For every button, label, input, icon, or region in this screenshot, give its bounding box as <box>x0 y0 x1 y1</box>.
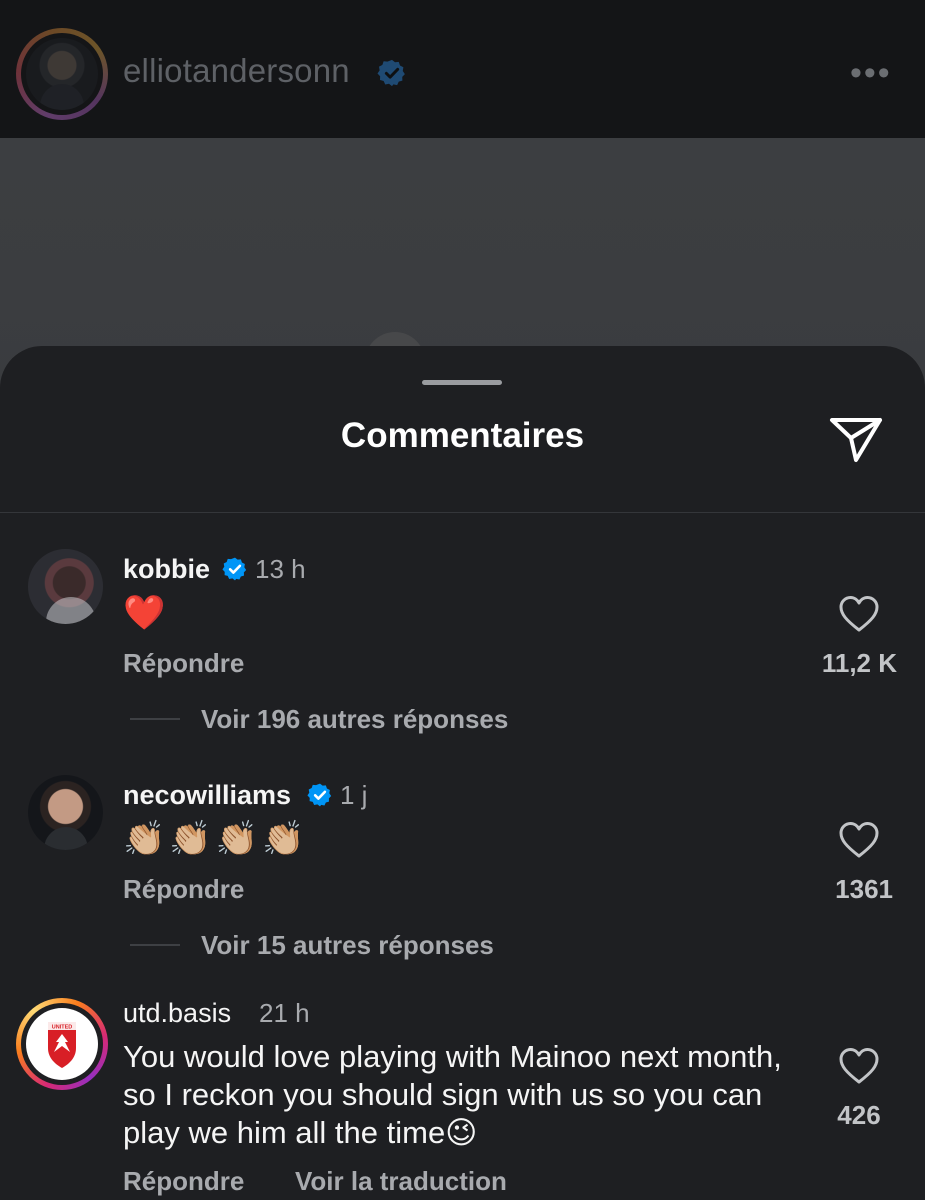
reply-button[interactable]: Répondre <box>123 1166 244 1197</box>
verified-badge-icon <box>307 783 332 807</box>
sheet-divider <box>0 512 925 513</box>
reply-button[interactable]: Répondre <box>123 648 244 679</box>
sheet-drag-handle[interactable] <box>422 380 502 385</box>
verified-badge-icon <box>222 557 247 581</box>
heart-outline-icon[interactable] <box>838 1046 880 1086</box>
comment-timestamp: 21 h <box>259 998 310 1028</box>
commenter-avatar[interactable]: UNITED <box>26 1008 98 1080</box>
heart-outline-icon[interactable] <box>838 594 880 634</box>
like-count: 1361 <box>835 874 893 904</box>
translate-link[interactable]: Voir la traduction <box>295 1166 507 1197</box>
reply-button[interactable]: Répondre <box>123 874 244 905</box>
story-ring[interactable] <box>16 28 108 120</box>
post-author-username[interactable]: elliotandersonn <box>123 52 350 90</box>
paper-plane-icon[interactable] <box>826 414 886 464</box>
comments-sheet: Commentaires kobbie 13 h ❤️ Répondre 11,… <box>0 346 925 1200</box>
view-more-replies-link[interactable]: Voir 15 autres réponses <box>201 930 494 961</box>
post-author-avatar[interactable] <box>26 38 98 110</box>
story-ring[interactable]: UNITED <box>16 998 108 1090</box>
comment-username[interactable]: kobbie <box>123 554 210 585</box>
like-count: 11,2 K <box>821 648 897 678</box>
avatar-gap <box>21 33 103 115</box>
comment-text: 👏🏼👏🏼👏🏼👏🏼 <box>123 819 309 859</box>
comment-text: ❤️ <box>123 593 166 633</box>
thread-line <box>130 718 180 720</box>
club-crest-icon: UNITED <box>48 1022 76 1068</box>
thread-line <box>130 944 180 946</box>
like-count: 426 <box>837 1100 881 1130</box>
more-horizontal-icon[interactable]: ••• <box>850 56 894 90</box>
post-header: elliotandersonn ••• <box>0 0 925 138</box>
sheet-title: Commentaires <box>340 416 585 455</box>
verified-badge-icon <box>377 59 405 87</box>
commenter-avatar[interactable] <box>28 549 103 624</box>
comment-timestamp: 1 j <box>340 780 368 810</box>
club-crest-text: UNITED <box>52 1025 73 1031</box>
avatar-gap: UNITED <box>21 1003 103 1085</box>
view-more-replies-link[interactable]: Voir 196 autres réponses <box>201 704 508 735</box>
comment-username[interactable]: necowilliams <box>123 780 291 811</box>
comment-timestamp: 13 h <box>255 554 306 584</box>
comment-text: You would love playing with Mainoo next … <box>123 1039 782 1150</box>
heart-outline-icon[interactable] <box>838 820 880 860</box>
comment-username[interactable]: utd.basis <box>123 998 231 1029</box>
commenter-avatar[interactable] <box>28 775 103 850</box>
